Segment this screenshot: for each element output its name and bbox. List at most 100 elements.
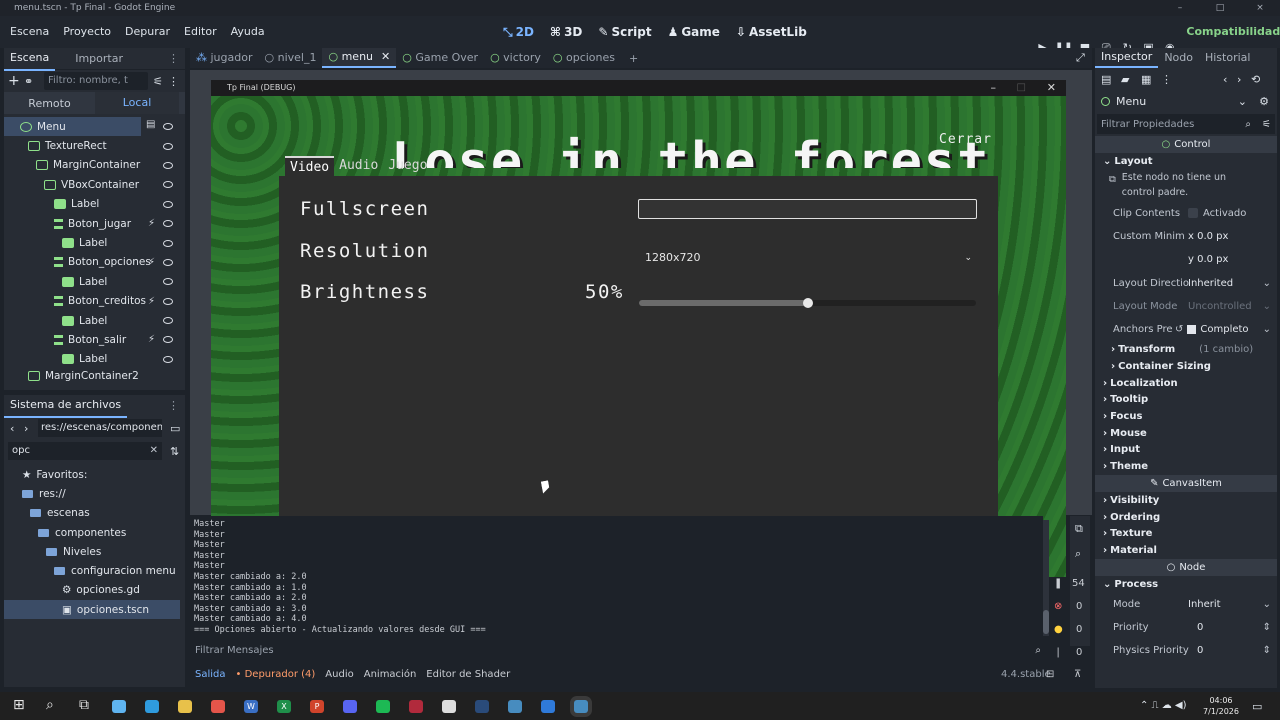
section-input[interactable]: › Input bbox=[1095, 442, 1277, 459]
fs-configuracion-menu[interactable]: configuracion menu bbox=[4, 561, 185, 580]
visibility-eye-icon[interactable] bbox=[163, 123, 173, 130]
tab-opciones[interactable]: ○ opciones bbox=[547, 48, 621, 68]
history-icon[interactable]: ⟲ bbox=[1251, 73, 1265, 86]
fs-componentes[interactable]: componentes bbox=[4, 523, 185, 542]
tree-row-label[interactable]: Label bbox=[4, 350, 185, 369]
section-focus[interactable]: › Focus bbox=[1095, 408, 1277, 425]
scene-menu-icon[interactable]: ⋮ bbox=[168, 75, 180, 88]
section-process[interactable]: ⌄ Process bbox=[1095, 576, 1277, 593]
fs-opciones-gd[interactable]: ⚙ opciones.gd bbox=[4, 581, 185, 600]
copy-icon[interactable]: ⧉ bbox=[1075, 522, 1083, 536]
counter-warnings[interactable]: ● 0 bbox=[1050, 618, 1090, 641]
tab-victory[interactable]: ○ victory bbox=[484, 48, 547, 68]
notifications-icon[interactable]: ▭ bbox=[1252, 700, 1262, 713]
menu-proyecto[interactable]: Proyecto bbox=[56, 16, 118, 48]
forward-icon[interactable]: › bbox=[24, 422, 38, 435]
tab-salida[interactable]: Salida bbox=[190, 669, 231, 680]
tab-local[interactable]: Local bbox=[95, 92, 179, 114]
reset-icon[interactable]: ↺ bbox=[1175, 324, 1183, 335]
history-back-icon[interactable]: ‹ bbox=[1223, 73, 1237, 86]
script-attached-icon[interactable]: ▤ bbox=[146, 119, 155, 130]
signal-icon[interactable]: ⚡ bbox=[148, 334, 155, 345]
distraction-free-icon[interactable]: ⤢ bbox=[1076, 51, 1085, 65]
prop-process-mode[interactable]: Mode Inherit ⌄ bbox=[1095, 592, 1277, 615]
stepper-icon[interactable]: ⇕ bbox=[1263, 622, 1271, 633]
section-localization[interactable]: › Localization bbox=[1095, 375, 1277, 392]
section-material[interactable]: › Material bbox=[1095, 542, 1277, 559]
tab-historial[interactable]: Historial bbox=[1199, 48, 1256, 68]
visibility-eye-icon[interactable] bbox=[163, 161, 173, 169]
fs-opciones-tscn[interactable]: ▣ opciones.tscn bbox=[4, 600, 180, 620]
minimize-icon[interactable]: – bbox=[991, 80, 997, 96]
tree-row-margincontainer2[interactable]: MarginContainer2 bbox=[4, 369, 185, 383]
github-icon[interactable] bbox=[442, 700, 456, 713]
dock-menu-icon[interactable]: ⋮ bbox=[168, 52, 179, 65]
tab-video[interactable]: Video bbox=[285, 156, 335, 176]
pin-panel-icon[interactable]: ⊼ bbox=[1074, 669, 1081, 680]
back-icon[interactable]: ‹ bbox=[10, 422, 24, 435]
file-search-input[interactable]: opc ✕ bbox=[8, 442, 162, 460]
tree-row-boton-jugar[interactable]: Boton_jugar ⚡ bbox=[4, 214, 185, 233]
dock-menu-icon[interactable]: ⋮ bbox=[168, 399, 179, 412]
tree-row-boton-salir[interactable]: Boton_salir ⚡ bbox=[4, 330, 185, 349]
tab-menu[interactable]: ○ menu ✕ bbox=[322, 48, 397, 68]
tab-escena[interactable]: Escena bbox=[4, 47, 56, 71]
tab-remoto[interactable]: Remoto bbox=[4, 97, 95, 110]
search-icon[interactable]: ⌕ bbox=[46, 697, 60, 713]
excel-icon[interactable]: X bbox=[277, 700, 291, 713]
signal-icon[interactable]: ⚡ bbox=[148, 257, 155, 268]
counter-messages[interactable]: ❚ 54 bbox=[1050, 572, 1090, 595]
update-spinner-icon[interactable]: ⊟ bbox=[1046, 669, 1054, 680]
edge-icon[interactable] bbox=[145, 700, 159, 713]
filter-menu-icon[interactable]: ⚟ bbox=[1262, 119, 1271, 130]
explorer-icon[interactable] bbox=[178, 700, 192, 713]
steam-icon[interactable] bbox=[475, 700, 489, 713]
clock[interactable]: 04:06 7/1/2026 bbox=[1202, 695, 1240, 717]
prop-custom-minimum[interactable]: Custom Minim x 0.0 px bbox=[1095, 225, 1277, 248]
tab-juego[interactable]: Juego bbox=[383, 156, 432, 176]
menu-escena[interactable]: Escena bbox=[3, 16, 56, 48]
prop-priority[interactable]: Priority 0 ⇕ bbox=[1095, 616, 1277, 639]
signal-icon[interactable]: ⚡ bbox=[148, 296, 155, 307]
fs-niveles[interactable]: Niveles bbox=[4, 542, 185, 561]
tree-row-label[interactable]: Label bbox=[4, 233, 185, 252]
tab-animacion[interactable]: Animación bbox=[359, 669, 422, 680]
section-layout[interactable]: ⌄ Layout bbox=[1095, 153, 1277, 170]
fs-res[interactable]: res:// bbox=[4, 484, 185, 503]
tree-row-label[interactable]: Label bbox=[4, 195, 185, 214]
tree-row-menu[interactable]: Menu bbox=[4, 117, 141, 137]
tree-row-margincontainer[interactable]: MarginContainer bbox=[4, 156, 185, 175]
resolution-dropdown[interactable]: 1280x720 ⌄ bbox=[638, 247, 976, 269]
counter-other[interactable]: ❘ 0 bbox=[1050, 641, 1090, 664]
split-view-icon[interactable]: ▭ bbox=[170, 422, 180, 435]
mode-script-button[interactable]: ✎ Script bbox=[590, 16, 659, 48]
tree-row-label[interactable]: Label bbox=[4, 311, 185, 330]
stepper-icon[interactable]: ⇕ bbox=[1263, 645, 1271, 656]
menu-ayuda[interactable]: Ayuda bbox=[224, 16, 272, 48]
visibility-eye-icon[interactable] bbox=[163, 220, 173, 228]
visibility-eye-icon[interactable] bbox=[163, 181, 173, 189]
scene-filter-input[interactable]: Filtro: nombre, t bbox=[44, 72, 148, 90]
spotify-icon[interactable] bbox=[376, 700, 390, 713]
save-icon[interactable]: ▦ bbox=[1141, 73, 1161, 86]
godot-debug-icon[interactable] bbox=[574, 700, 588, 713]
copilot-icon[interactable] bbox=[112, 700, 126, 713]
filter-properties-input[interactable]: Filtrar Propiedades ⌕ ⚟ bbox=[1097, 114, 1275, 134]
prop-layout-direction[interactable]: Layout Directio Inherited ⌄ bbox=[1095, 272, 1277, 295]
maximize-icon[interactable]: □ bbox=[1017, 80, 1026, 96]
maximize-icon[interactable]: □ bbox=[1200, 0, 1240, 16]
prop-physics-priority[interactable]: Physics Priority 0 ⇕ bbox=[1095, 639, 1277, 662]
tab-jugador[interactable]: ⁂ jugador bbox=[190, 48, 259, 68]
prop-custom-minimum-y[interactable]: y 0.0 px bbox=[1095, 248, 1277, 271]
section-texture[interactable]: › Texture bbox=[1095, 525, 1277, 542]
prop-clip-contents[interactable]: Clip Contents Activado bbox=[1095, 202, 1277, 225]
brightness-slider[interactable] bbox=[639, 298, 976, 308]
new-resource-icon[interactable]: ▤ bbox=[1101, 73, 1121, 86]
menu-editor[interactable]: Editor bbox=[177, 16, 224, 48]
visibility-eye-icon[interactable] bbox=[163, 200, 173, 208]
taskview-icon[interactable]: ⧉ bbox=[79, 697, 93, 713]
signal-icon[interactable]: ⚡ bbox=[148, 218, 155, 229]
mode-assetlib-button[interactable]: ⇩ AssetLib bbox=[728, 16, 815, 48]
path-input[interactable]: res://escenas/component bbox=[38, 419, 162, 437]
section-tooltip[interactable]: › Tooltip bbox=[1095, 392, 1277, 409]
